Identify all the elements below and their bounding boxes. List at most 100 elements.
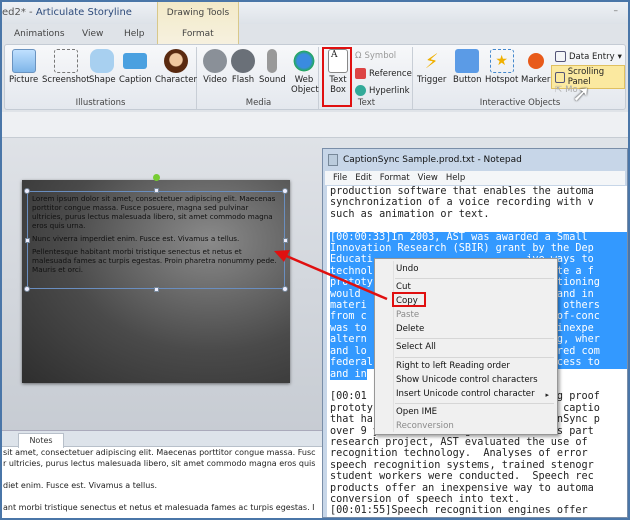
resize-handle[interactable] — [24, 286, 30, 292]
menu-separator — [395, 338, 554, 339]
menu-item-paste[interactable]: Paste — [396, 309, 419, 322]
group-media: Video Flash Sound Web Object Media — [199, 47, 319, 109]
caption-button[interactable]: Caption — [119, 49, 152, 85]
shape-icon — [90, 49, 115, 73]
menu-item-open-ime[interactable]: Open IME — [396, 406, 437, 419]
menu-item-show-unicode-control-characters[interactable]: Show Unicode control characters — [396, 374, 538, 387]
copy-highlight — [392, 292, 426, 307]
text-box-highlight — [322, 47, 352, 107]
menu-item-reconversion[interactable]: Reconversion — [396, 420, 454, 433]
button-button[interactable]: Button — [453, 49, 481, 85]
web-object-icon — [292, 49, 316, 73]
sound-button[interactable]: Sound — [259, 49, 286, 85]
resize-handle[interactable] — [154, 188, 159, 193]
menu-item-select-all[interactable]: Select All — [396, 341, 436, 354]
tab-animations[interactable]: Animations — [14, 29, 65, 39]
character-button[interactable]: Character — [155, 49, 197, 85]
slide-canvas: Lorem ipsum dolor sit amet, consectetuer… — [2, 138, 322, 430]
tab-view[interactable]: View — [82, 29, 103, 39]
rotate-handle[interactable] — [153, 174, 160, 181]
notes-line — [2, 491, 322, 502]
notepad-menu-bar: File Edit Format View Help — [325, 171, 625, 185]
menu-item-delete[interactable]: Delete — [396, 323, 424, 336]
storyline-window: ed2* - Articulate Storyline – Drawing To… — [2, 2, 628, 518]
marker-icon — [527, 53, 544, 69]
caption-icon — [123, 53, 148, 69]
menu-help[interactable]: Help — [446, 171, 465, 185]
data-entry-button[interactable]: Data Entry ▾ — [555, 51, 622, 62]
resize-handle[interactable] — [24, 188, 30, 194]
text-line: production software that enables the aut… — [330, 186, 594, 197]
text-line: products offer an inexpensive way to aut… — [330, 482, 594, 494]
toolbar-strip — [2, 112, 628, 138]
menu-view[interactable]: View — [418, 171, 438, 185]
selected-text: and in — [330, 368, 367, 380]
menu-item-undo[interactable]: Undo — [396, 263, 418, 276]
web-object-button[interactable]: Web Object — [291, 49, 319, 95]
picture-button[interactable]: Picture — [9, 49, 38, 85]
video-button[interactable]: Video — [203, 49, 227, 85]
notepad-icon — [328, 154, 338, 166]
trigger-button[interactable]: ⚡ Trigger — [417, 49, 446, 85]
menu-edit[interactable]: Edit — [355, 171, 371, 185]
scrolling-panel-icon — [555, 71, 565, 83]
flash-button[interactable]: Flash — [231, 49, 255, 85]
text-line: [00:01:55]Speech recognition engines off… — [330, 505, 588, 517]
ribbon: Picture Screenshot Shape Caption Charact… — [4, 44, 626, 110]
resize-handle[interactable] — [154, 287, 159, 292]
text-line: such as animation or text. — [330, 208, 490, 220]
notes-line: diet enim. Fusce est. Vivamus a tellus. — [3, 481, 158, 490]
tab-help[interactable]: Help — [124, 29, 145, 39]
selected-text: [00:00:33]In 2003, AST was awarded a Sma… — [330, 231, 594, 243]
menu-format[interactable]: Format — [380, 171, 410, 185]
minimize-button[interactable]: – — [614, 6, 619, 16]
hyperlink-icon — [355, 85, 366, 96]
menu-separator — [395, 278, 554, 279]
notes-line: ant morbi tristique senectus et netus et… — [3, 503, 315, 512]
resize-handle[interactable] — [282, 286, 288, 292]
group-label: Media — [245, 98, 272, 108]
omega-icon: Ω — [355, 51, 362, 61]
hotspot-button[interactable]: ★ Hotspot — [485, 49, 518, 85]
shape-button[interactable]: Shape — [89, 49, 116, 85]
ribbon-tabs: Animations View Help Format — [2, 26, 628, 44]
slide-paragraph: Nunc viverra imperdiet enim. Fusce est. … — [32, 234, 240, 243]
slide-text-box[interactable]: Lorem ipsum dolor sit amet, consectetuer… — [27, 191, 285, 289]
text-line: conversion of speech into text. — [330, 493, 521, 505]
marker-button[interactable]: Marker — [521, 49, 550, 85]
character-icon — [163, 49, 188, 73]
group-interactive-objects: ⚡ Trigger Button ★ Hotspot Marker Data Ent… — [415, 47, 625, 109]
group-label: Illustrations — [75, 98, 126, 108]
context-menu: Undo Cut Copy Paste Delete Select All Right to… — [374, 258, 558, 435]
resize-handle[interactable] — [282, 188, 288, 194]
text-line: Innovation Research (SBIR) grant by the … — [330, 243, 627, 255]
text-line — [330, 220, 627, 231]
reference-button[interactable]: Reference — [355, 68, 412, 79]
resize-handle[interactable] — [25, 238, 30, 243]
tab-format[interactable]: Format — [182, 29, 214, 39]
flash-icon — [231, 49, 255, 73]
text-line: synchronization of a voice recording wit… — [330, 197, 594, 209]
notes-line — [2, 469, 322, 480]
reference-icon — [355, 68, 366, 79]
cursor-icon: ⇱ — [555, 85, 563, 95]
tab-notes[interactable]: Notes — [18, 433, 64, 448]
button-icon — [455, 49, 480, 73]
resize-handle[interactable] — [283, 238, 288, 243]
slide-paragraph: Pellentesque habitant morbi tristique se… — [32, 247, 277, 274]
group-illustrations: Picture Screenshot Shape Caption Charact… — [5, 47, 197, 109]
menu-separator — [395, 357, 554, 358]
menu-separator — [395, 403, 554, 404]
video-icon — [203, 49, 227, 73]
picture-icon — [11, 49, 36, 73]
menu-item-insert-unicode-control-character[interactable]: Insert Unicode control character — [396, 388, 535, 401]
symbol-button[interactable]: Ω Symbol — [355, 51, 396, 61]
menu-item-right-to-left-reading-order[interactable]: Right to left Reading order — [396, 360, 510, 373]
menu-file[interactable]: File — [333, 171, 347, 185]
group-label: Interactive Objects — [479, 98, 561, 108]
screenshot-button[interactable]: Screenshot — [42, 49, 90, 85]
text-line: recognition technology. Analyses of erro… — [330, 448, 588, 460]
notes-text[interactable]: sit amet, consectetuer adipiscing elit. … — [2, 447, 322, 513]
microphone-icon — [267, 49, 278, 73]
hyperlink-button[interactable]: Hyperlink — [355, 85, 410, 96]
